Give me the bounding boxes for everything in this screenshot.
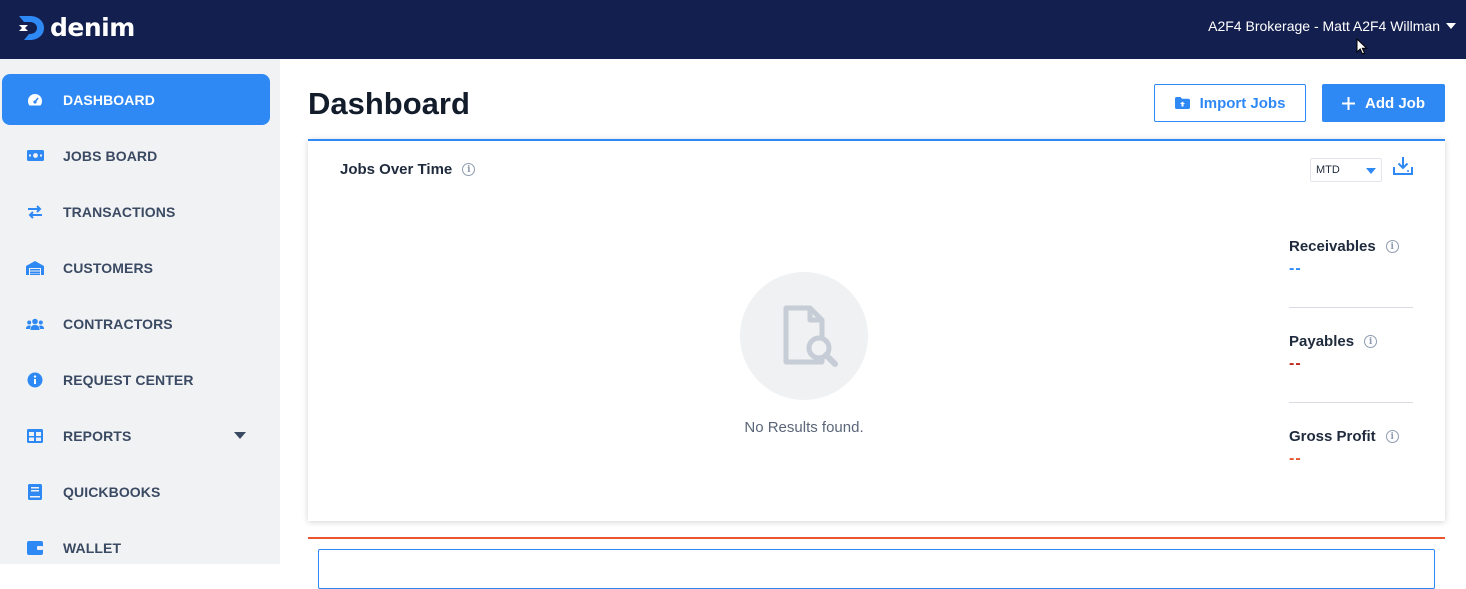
gauge-icon [26,91,44,109]
sidebar-item-label: REPORTS [63,427,132,444]
sidebar-item-label: QUICKBOOKS [63,483,161,500]
denim-logo[interactable]: denim [16,12,135,44]
book-icon [26,483,44,501]
sidebar-item-transactions[interactable]: TRANSACTIONS [2,186,270,237]
secondary-card-panel [318,549,1435,589]
exchange-arrows-icon [26,203,44,221]
info-circle-icon [26,371,44,389]
metric-value: -- [1289,450,1302,467]
account-menu[interactable]: A2F4 Brokerage - Matt A2F4 Willman [1208,18,1456,34]
account-caret-icon [1446,23,1456,29]
account-label: A2F4 Brokerage - Matt A2F4 Willman [1208,18,1440,34]
secondary-card [308,537,1445,589]
plus-icon [1342,96,1355,110]
download-button[interactable] [1392,155,1414,177]
sidebar-item-label: DASHBOARD [63,91,155,108]
chevron-down-icon[interactable] [234,432,246,439]
document-search-icon [783,305,838,367]
users-icon [26,315,44,333]
sidebar-item-reports[interactable]: REPORTS [2,410,270,461]
sidebar-item-dashboard[interactable]: DASHBOARD [2,74,270,125]
metric-label: Payables i [1289,333,1413,350]
metric-gross-profit: Gross Profit i -- [1289,428,1413,468]
info-icon[interactable]: i [462,163,476,176]
sidebar-item-label: TRANSACTIONS [63,203,176,220]
page-title: Dashboard [308,86,470,121]
metric-value: -- [1289,260,1302,277]
period-select[interactable]: MTD [1310,158,1382,182]
sidebar-item-label: CUSTOMERS [63,259,154,276]
sidebar: DASHBOARD JOBS BOARD TRANSACTIONS CUSTOM… [0,59,280,564]
sidebar-item-label: REQUEST CENTER [63,371,194,388]
empty-state-message: No Results found. [744,419,864,436]
add-job-label: Add Job [1365,94,1425,112]
info-icon[interactable]: i [1364,335,1378,348]
chevron-down-icon [1366,168,1376,174]
metric-payables: Payables i -- [1289,333,1413,373]
metric-value: -- [1289,355,1302,372]
logo-text: denim [50,13,135,42]
divider [1289,402,1413,403]
metric-receivables: Receivables i -- [1289,238,1413,278]
sidebar-item-label: CONTRACTORS [63,315,173,332]
main-content: Dashboard Import Jobs Add Job Jobs Over … [280,59,1466,589]
money-bill-icon [26,147,44,165]
top-bar: denim A2F4 Brokerage - Matt A2F4 Willman [0,0,1466,59]
mouse-cursor-icon [1356,38,1368,55]
metric-label-text: Gross Profit [1289,428,1376,445]
sidebar-item-jobs-board[interactable]: JOBS BOARD [2,130,270,181]
add-job-button[interactable]: Add Job [1322,84,1445,122]
metric-label-text: Receivables [1289,238,1376,255]
metric-label: Receivables i [1289,238,1413,255]
sidebar-item-quickbooks[interactable]: QUICKBOOKS [2,466,270,517]
jobs-over-time-card: Jobs Over Time i MTD No Results found. R… [308,139,1445,521]
denim-logo-icon [19,16,44,40]
sidebar-item-request-center[interactable]: REQUEST CENTER [2,354,270,405]
info-icon[interactable]: i [1385,430,1399,443]
download-icon [1393,157,1413,175]
card-title-text: Jobs Over Time [340,161,453,178]
period-select-value: MTD [1316,164,1340,176]
sidebar-item-label: WALLET [63,539,122,556]
sidebar-item-customers[interactable]: CUSTOMERS [2,242,270,293]
import-jobs-label: Import Jobs [1199,94,1286,112]
sidebar-item-label: JOBS BOARD [63,147,158,164]
card-title: Jobs Over Time i [340,161,476,178]
info-icon[interactable]: i [1385,240,1399,253]
empty-state-illustration [740,272,868,400]
table-icon [26,427,44,445]
metric-label-text: Payables [1289,333,1355,350]
wallet-icon [26,539,44,557]
warehouse-icon [26,259,44,277]
folder-upload-icon [1174,97,1190,109]
import-jobs-button[interactable]: Import Jobs [1154,84,1306,122]
divider [1289,307,1413,308]
sidebar-item-contractors[interactable]: CONTRACTORS [2,298,270,349]
sidebar-item-wallet[interactable]: WALLET [2,522,270,573]
metric-label: Gross Profit i [1289,428,1413,445]
